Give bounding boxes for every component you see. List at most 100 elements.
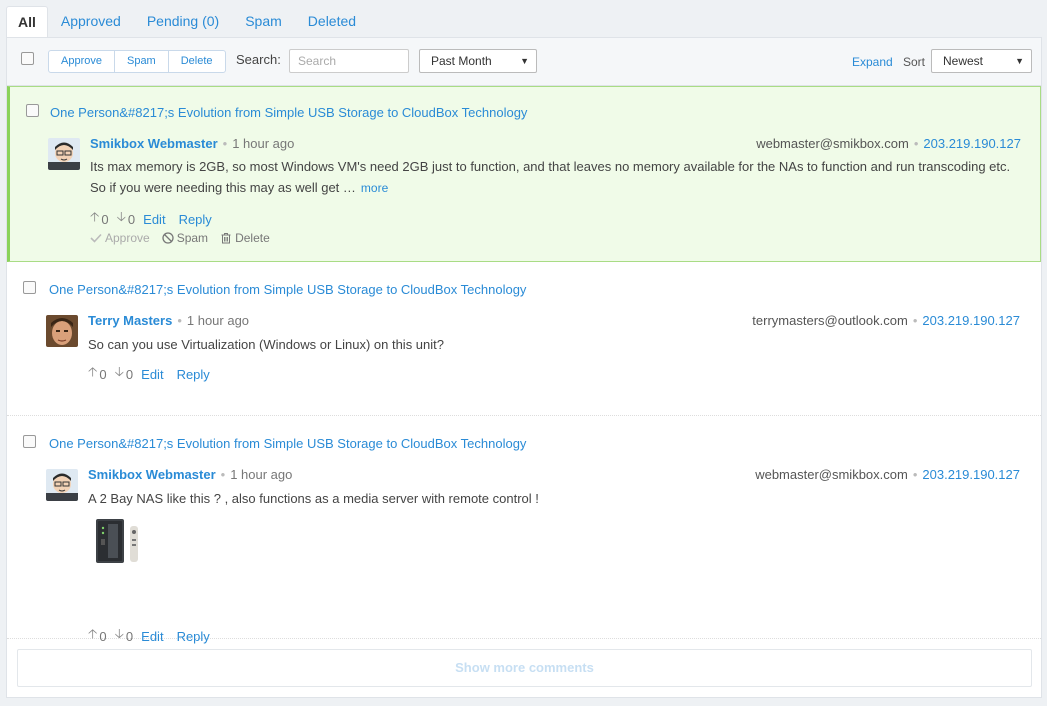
upvote-button[interactable]: 🡡 0: [90, 208, 109, 230]
caret-down-icon: ▼: [1015, 56, 1024, 66]
comment-body: A 2 Bay NAS like this ? , also functions…: [88, 491, 539, 506]
author-ip-link[interactable]: 203.219.190.127: [922, 467, 1020, 482]
comment-meta: Smikbox Webmaster • 1 hour ago: [90, 136, 294, 151]
check-icon: [90, 233, 102, 243]
upvote-count: 0: [101, 211, 109, 227]
separator-dot: •: [913, 136, 919, 151]
nas-image-attachment[interactable]: [94, 516, 142, 566]
downvote-button[interactable]: 🡣 0: [115, 625, 134, 647]
comment-actions: 🡡 0 🡣 0 Edit Reply: [90, 208, 225, 230]
comment-body-line: Its max memory is 2GB, so most Windows V…: [90, 159, 1011, 174]
upvote-count: 0: [99, 628, 107, 644]
downvote-count: 0: [125, 628, 134, 644]
comment-meta: Terry Masters • 1 hour ago: [88, 313, 249, 328]
comment-body-line: So if you were needing this may as well …: [90, 180, 356, 195]
downvote-count: 0: [127, 211, 136, 227]
arrow-up-icon: 🡡: [88, 626, 98, 641]
author-name[interactable]: Smikbox Webmaster: [88, 467, 216, 482]
edit-link[interactable]: Edit: [141, 367, 163, 382]
tab-spam[interactable]: Spam: [232, 6, 295, 37]
comment-checkbox[interactable]: [23, 281, 36, 294]
comment-body-line-2: So if you were needing this may as well …: [90, 177, 1020, 199]
caret-down-icon: ▼: [520, 56, 529, 66]
search-label: Search:: [236, 52, 281, 67]
edit-link[interactable]: Edit: [141, 629, 163, 644]
comment-checkbox[interactable]: [23, 435, 36, 448]
tab-all[interactable]: All: [6, 6, 48, 37]
author-email: webmaster@smikbox.com: [755, 467, 908, 482]
separator-dot: •: [220, 467, 226, 482]
downvote-button[interactable]: 🡣 0: [115, 363, 134, 385]
comment-contact: webmaster@smikbox.com • 203.219.190.127: [756, 136, 1021, 151]
reply-link[interactable]: Reply: [179, 212, 212, 227]
comment-item: One Person&#8217;s Evolution from Simple…: [7, 416, 1041, 644]
delete-button[interactable]: Delete: [220, 231, 270, 245]
approve-button[interactable]: Approve: [90, 231, 150, 245]
edit-link[interactable]: Edit: [143, 212, 165, 227]
ban-icon: [162, 232, 174, 244]
sort-select[interactable]: Newest ▼: [931, 49, 1032, 73]
comment-time: 1 hour ago: [230, 467, 293, 482]
reply-link[interactable]: Reply: [177, 629, 210, 644]
arrow-down-icon: 🡣: [116, 209, 126, 224]
spam-button[interactable]: Spam: [162, 231, 208, 245]
comments-panel: Approve Spam Delete Search: Past Month ▼…: [6, 37, 1042, 698]
arrow-down-icon: 🡣: [114, 626, 124, 641]
tab-deleted[interactable]: Deleted: [295, 6, 369, 37]
author-email: webmaster@smikbox.com: [756, 136, 909, 151]
author-name[interactable]: Smikbox Webmaster: [90, 136, 218, 151]
spam-label: Spam: [176, 231, 209, 245]
post-title-link[interactable]: One Person&#8217;s Evolution from Simple…: [50, 105, 527, 120]
avatar[interactable]: [46, 315, 78, 347]
status-tabs: All Approved Pending (0) Spam Deleted: [6, 6, 1042, 37]
select-all-checkbox[interactable]: [21, 52, 34, 65]
comment-actions: 🡡 0 🡣 0 Edit Reply: [88, 625, 223, 647]
comment-contact: terrymasters@outlook.com • 203.219.190.127: [752, 313, 1020, 328]
post-title-link[interactable]: One Person&#8217;s Evolution from Simple…: [49, 282, 526, 297]
comment-body: Its max memory is 2GB, so most Windows V…: [90, 156, 1020, 199]
comment-time: 1 hour ago: [232, 136, 295, 151]
sort-value: Newest: [943, 54, 984, 68]
comment-time: 1 hour ago: [186, 313, 250, 328]
separator-dot: •: [912, 467, 918, 482]
comment-meta: Smikbox Webmaster • 1 hour ago: [88, 467, 292, 482]
approve-label: Approve: [105, 231, 150, 245]
separator-dot: •: [912, 313, 918, 328]
author-ip-link[interactable]: 203.219.190.127: [923, 136, 1021, 151]
bulk-spam-button[interactable]: Spam: [115, 51, 169, 72]
downvote-button[interactable]: 🡣 0: [117, 208, 136, 230]
arrow-down-icon: 🡣: [114, 364, 124, 379]
comment-body: So can you use Virtualization (Windows o…: [88, 337, 445, 352]
avatar[interactable]: [46, 469, 78, 501]
sort-label: Sort: [903, 55, 926, 69]
comment-checkbox[interactable]: [26, 104, 39, 117]
separator-dot: •: [222, 136, 228, 151]
reply-link[interactable]: Reply: [177, 367, 210, 382]
author-ip-link[interactable]: 203.219.190.127: [922, 313, 1020, 328]
search-input[interactable]: [289, 49, 409, 73]
tab-pending[interactable]: Pending (0): [134, 6, 232, 37]
author-name[interactable]: Terry Masters: [88, 313, 172, 328]
downvote-count: 0: [125, 366, 134, 382]
comment-item: One Person&#8217;s Evolution from Simple…: [7, 262, 1041, 416]
upvote-button[interactable]: 🡡 0: [88, 625, 107, 647]
moderation-actions: Approve Spam Delete: [90, 231, 282, 245]
arrow-up-icon: 🡡: [90, 209, 100, 224]
show-more-comments-button[interactable]: Show more comments: [17, 649, 1032, 687]
arrow-up-icon: 🡡: [88, 364, 98, 379]
comment-actions: 🡡 0 🡣 0 Edit Reply: [88, 363, 223, 385]
date-filter-value: Past Month: [431, 54, 492, 68]
upvote-button[interactable]: 🡡 0: [88, 363, 107, 385]
tab-approved[interactable]: Approved: [48, 6, 134, 37]
bulk-action-group: Approve Spam Delete: [48, 50, 226, 73]
expand-link[interactable]: Expand: [852, 55, 893, 69]
post-title-link[interactable]: One Person&#8217;s Evolution from Simple…: [49, 436, 526, 451]
toolbar: Approve Spam Delete Search: Past Month ▼…: [7, 38, 1041, 86]
bulk-approve-button[interactable]: Approve: [49, 51, 115, 72]
delete-label: Delete: [235, 231, 270, 245]
date-filter-select[interactable]: Past Month ▼: [419, 49, 537, 73]
bulk-delete-button[interactable]: Delete: [169, 51, 225, 72]
upvote-count: 0: [99, 366, 107, 382]
avatar[interactable]: [48, 138, 80, 170]
more-link[interactable]: more: [361, 181, 388, 195]
